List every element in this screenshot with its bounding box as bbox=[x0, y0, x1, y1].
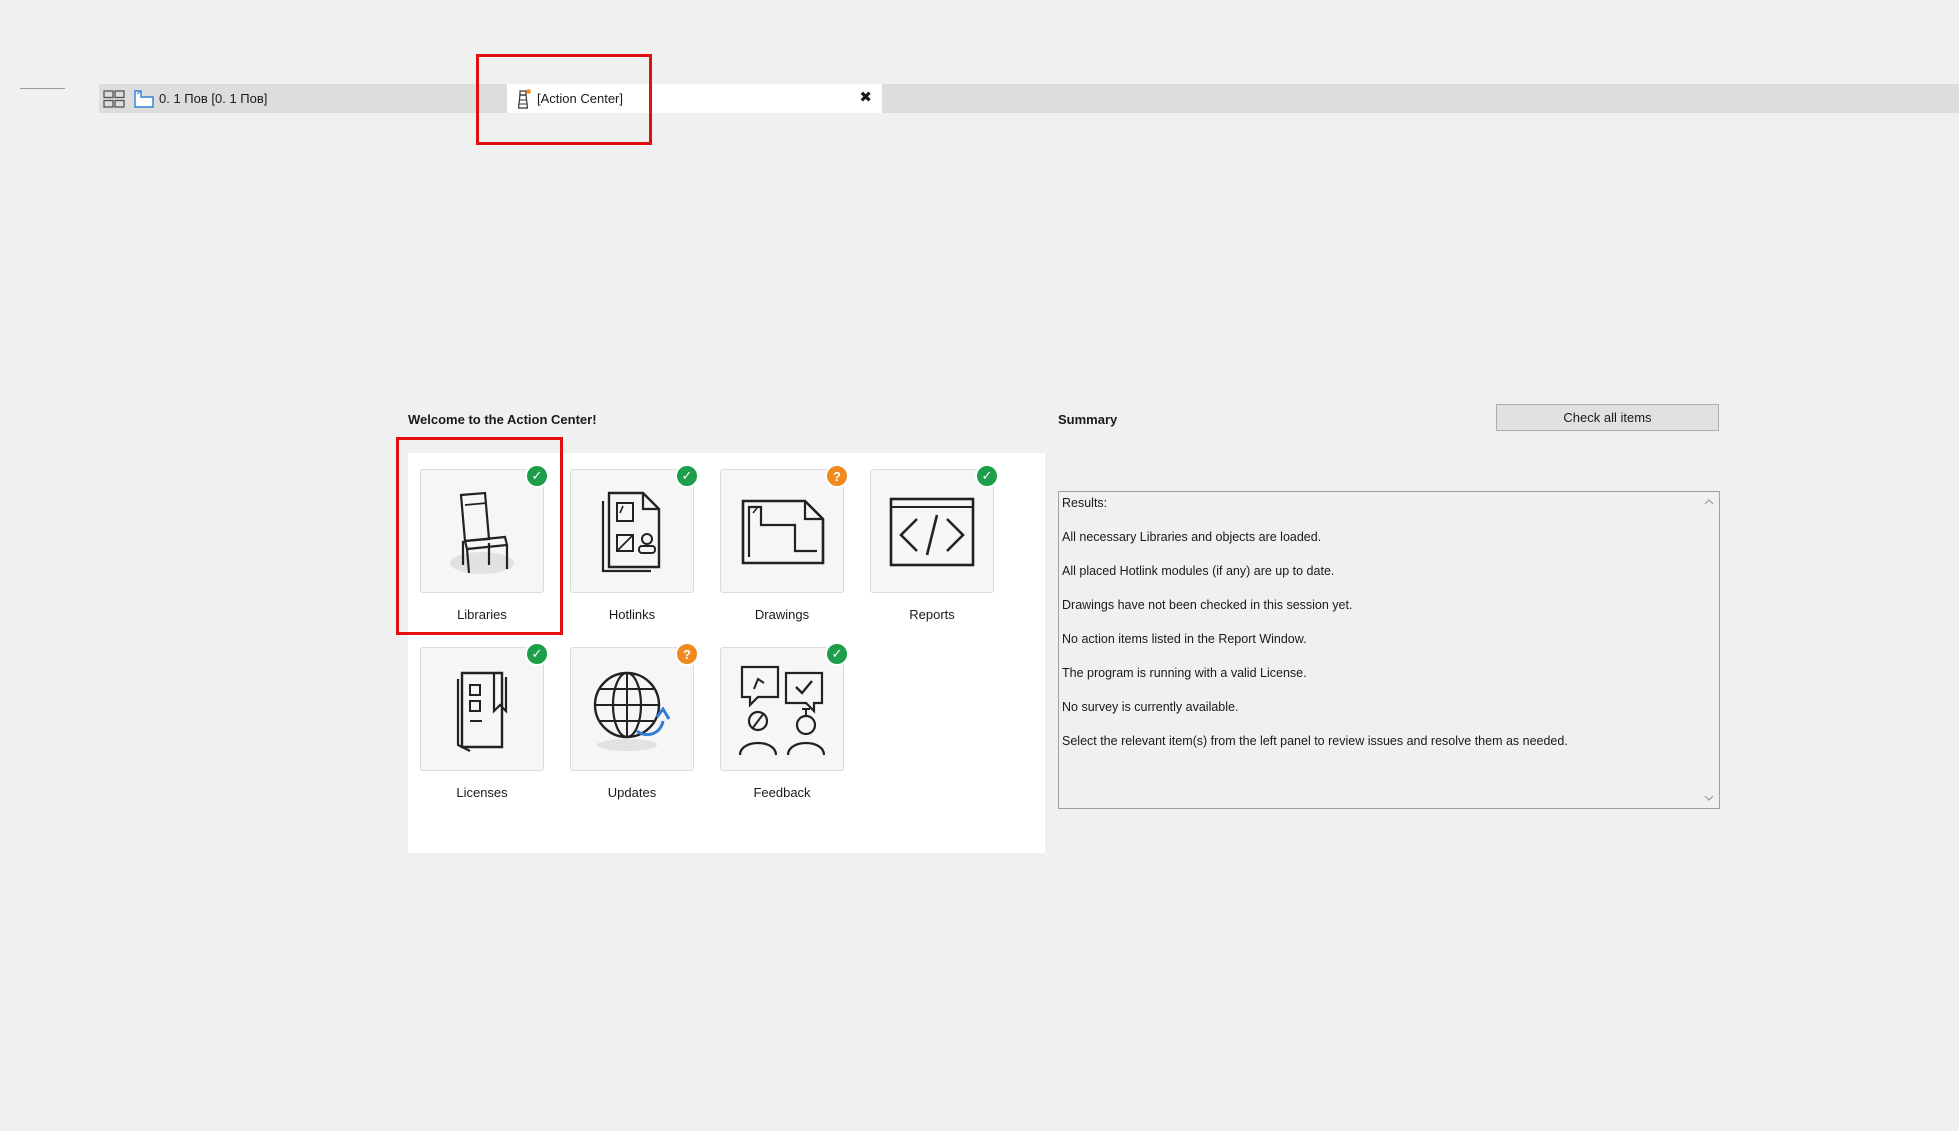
chevron-up-icon bbox=[1704, 499, 1714, 505]
tile-updates-label: Updates bbox=[607, 785, 657, 800]
tab-floor-plan-label: 0. 1 Пов [0. 1 Пов] bbox=[159, 91, 268, 106]
tile-drawings[interactable]: ? Drawings bbox=[720, 464, 849, 622]
tile-licenses-box[interactable]: ✓ bbox=[420, 642, 549, 771]
scroll-up-button[interactable] bbox=[1703, 496, 1715, 508]
check-all-items-button[interactable]: Check all items bbox=[1496, 404, 1719, 431]
code-window-icon bbox=[889, 497, 975, 567]
tab-overview-button[interactable] bbox=[101, 86, 127, 111]
tab-floor-plan[interactable]: 0. 1 Пов [0. 1 Пов] bbox=[133, 86, 267, 111]
globe-update-icon bbox=[593, 671, 671, 751]
results-line: No survey is currently available. bbox=[1062, 700, 1239, 714]
top-divider bbox=[20, 88, 65, 89]
hotlink-file-icon bbox=[601, 491, 661, 573]
tab-action-center[interactable]: [Action Center] ✖ bbox=[507, 84, 882, 113]
results-line: Drawings have not been checked in this s… bbox=[1062, 598, 1353, 612]
results-line: The program is running with a valid Lice… bbox=[1062, 666, 1307, 680]
status-warning-badge: ? bbox=[675, 642, 699, 666]
tile-hotlinks-label: Hotlinks bbox=[608, 607, 656, 622]
results-scrollbar[interactable] bbox=[1699, 492, 1719, 808]
grid-icon bbox=[103, 89, 125, 108]
tile-reports-label: Reports bbox=[909, 607, 955, 622]
status-warning-badge: ? bbox=[825, 464, 849, 488]
status-ok-badge: ✓ bbox=[975, 464, 999, 488]
tile-licenses-label: Licenses bbox=[456, 785, 508, 800]
drawing-file-icon bbox=[741, 499, 825, 565]
tab-bar bbox=[99, 84, 1959, 113]
status-ok-badge: ✓ bbox=[825, 642, 849, 666]
results-line: All placed Hotlink modules (if any) are … bbox=[1062, 564, 1335, 578]
tile-reports-box[interactable]: ✓ bbox=[870, 464, 999, 593]
status-ok-badge: ✓ bbox=[525, 464, 549, 488]
results-line: No action items listed in the Report Win… bbox=[1062, 632, 1307, 646]
status-ok-badge: ✓ bbox=[525, 642, 549, 666]
summary-title: Summary bbox=[1058, 412, 1118, 427]
status-ok-badge: ✓ bbox=[675, 464, 699, 488]
action-items-panel: ✓ Libraries ✓ Hotlinks ? Drawings ✓ Repo… bbox=[408, 453, 1045, 853]
tile-licenses[interactable]: ✓ Licenses bbox=[420, 642, 549, 800]
chevron-down-icon bbox=[1704, 795, 1714, 801]
tile-libraries[interactable]: ✓ Libraries bbox=[420, 464, 549, 622]
tile-feedback-box[interactable]: ✓ bbox=[720, 642, 849, 771]
chair-icon bbox=[450, 491, 514, 574]
tile-drawings-box[interactable]: ? bbox=[720, 464, 849, 593]
tab-action-center-label: [Action Center] bbox=[537, 91, 623, 106]
tile-updates[interactable]: ? Updates bbox=[570, 642, 699, 800]
results-line: Results: bbox=[1062, 496, 1108, 510]
tab-close-button[interactable]: ✖ bbox=[859, 89, 872, 107]
results-line: All necessary Libraries and objects are … bbox=[1062, 530, 1322, 544]
lighthouse-icon bbox=[517, 88, 531, 109]
floor-plan-icon bbox=[134, 89, 154, 108]
tile-drawings-label: Drawings bbox=[754, 607, 810, 622]
tile-feedback[interactable]: ✓ Feedback bbox=[720, 642, 849, 800]
results-textbox[interactable]: Results: All necessary Libraries and obj… bbox=[1058, 491, 1720, 809]
tile-libraries-box[interactable]: ✓ bbox=[420, 464, 549, 593]
tile-hotlinks[interactable]: ✓ Hotlinks bbox=[570, 464, 699, 622]
tile-updates-box[interactable]: ? bbox=[570, 642, 699, 771]
feedback-people-icon bbox=[738, 665, 826, 756]
results-line: Select the relevant item(s) from the lef… bbox=[1062, 734, 1568, 748]
tile-libraries-label: Libraries bbox=[457, 607, 507, 622]
license-book-icon bbox=[456, 671, 508, 752]
results-list: Results: All necessary Libraries and obj… bbox=[1062, 494, 1697, 766]
tile-reports[interactable]: ✓ Reports bbox=[870, 464, 999, 622]
scroll-down-button[interactable] bbox=[1703, 792, 1715, 804]
tile-hotlinks-box[interactable]: ✓ bbox=[570, 464, 699, 593]
welcome-title: Welcome to the Action Center! bbox=[408, 412, 597, 427]
tile-feedback-label: Feedback bbox=[753, 785, 811, 800]
